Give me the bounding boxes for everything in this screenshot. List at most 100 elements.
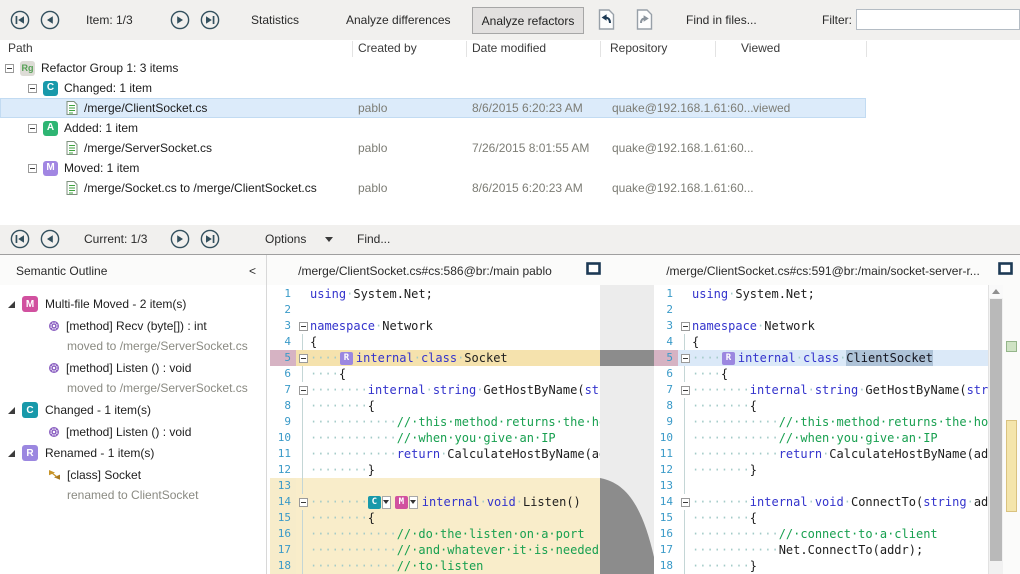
- table-row[interactable]: CChanged: 1 item: [0, 78, 1020, 98]
- statistics-button[interactable]: Statistics: [251, 13, 299, 27]
- code-text[interactable]: ········internal·string·GetHostByName(st…: [692, 382, 988, 398]
- scroll-up-icon[interactable]: [989, 285, 1003, 298]
- open-new-window-icon[interactable]: [998, 262, 1013, 275]
- outline-group-row[interactable]: MMulti-file Moved - 2 item(s): [0, 293, 266, 315]
- nav-prev-icon[interactable]: [40, 10, 60, 30]
- file-import-icon[interactable]: [634, 9, 655, 30]
- code-line[interactable]: 2: [654, 302, 988, 318]
- column-repository[interactable]: Repository: [610, 41, 667, 55]
- code-line[interactable]: 10············//·when·you·give·an·IP: [270, 430, 600, 446]
- code-line[interactable]: 2: [270, 302, 600, 318]
- change-marker-yellow[interactable]: [1006, 420, 1017, 512]
- code-line[interactable]: 3namespace·Network: [654, 318, 988, 334]
- code-line[interactable]: 10············//·when·you·give·an·IP: [654, 430, 988, 446]
- code-text[interactable]: ············//·do·the·listen·on·a·port: [310, 526, 600, 542]
- outline-item-row[interactable]: [method] Recv (byte[]) : int: [0, 315, 266, 336]
- open-new-window-icon[interactable]: [998, 262, 1013, 280]
- code-line[interactable]: 13: [654, 478, 988, 494]
- file-export-icon[interactable]: [596, 9, 617, 30]
- code-fold-icon[interactable]: [681, 322, 690, 331]
- tree-collapse-icon[interactable]: [28, 164, 37, 173]
- code-line[interactable]: 11············return·CalculateHostByName…: [654, 446, 988, 462]
- code-text[interactable]: ········{: [310, 510, 600, 526]
- code-text[interactable]: using·System.Net;: [310, 286, 600, 302]
- code-text[interactable]: ············//·this·method·returns·the·h…: [692, 414, 988, 430]
- open-new-window-icon[interactable]: [586, 262, 601, 280]
- outline-item-row[interactable]: [class] Socket: [0, 464, 266, 485]
- code-text[interactable]: ············//·connect·to·a·client: [692, 526, 988, 542]
- badge-c-dropdown[interactable]: C: [368, 496, 391, 509]
- code-line[interactable]: 7········internal·string·GetHostByName(s…: [270, 382, 600, 398]
- code-fold-icon[interactable]: [681, 354, 690, 363]
- code-line[interactable]: 4{: [654, 334, 988, 350]
- code-text[interactable]: ····Rinternal·class·Socket: [310, 350, 600, 366]
- code-text[interactable]: ········}: [310, 462, 600, 478]
- code-text[interactable]: ············//·and·whatever·it·is·needed: [310, 542, 600, 558]
- code-text[interactable]: ········internal·void·ConnectTo(string·a…: [692, 494, 988, 510]
- code-text[interactable]: ········CMinternal·void·Listen(): [310, 494, 600, 510]
- nav-prev-icon[interactable]: [40, 229, 60, 249]
- code-line[interactable]: 1using·System.Net;: [270, 286, 600, 302]
- code-text[interactable]: ········internal·string·GetHostByName(st…: [310, 382, 600, 398]
- column-created-by[interactable]: Created by: [358, 41, 417, 55]
- column-path[interactable]: Path: [8, 41, 33, 55]
- code-text[interactable]: ············return·CalculateHostByName(a…: [310, 446, 600, 462]
- nav-next-icon[interactable]: [170, 10, 190, 30]
- code-line[interactable]: 15········{: [270, 510, 600, 526]
- code-text[interactable]: ············//·when·you·give·an·IP: [692, 430, 988, 446]
- code-text[interactable]: [692, 302, 988, 318]
- code-line[interactable]: 15········{: [654, 510, 988, 526]
- code-text[interactable]: namespace·Network: [692, 318, 988, 334]
- code-line[interactable]: 5····Rinternal·class·Socket: [270, 350, 600, 366]
- code-text[interactable]: ····{: [310, 366, 600, 382]
- code-fold-icon[interactable]: [299, 354, 308, 363]
- collapse-outline-button[interactable]: <: [249, 264, 256, 278]
- table-row[interactable]: /merge/ServerSocket.cspablo7/26/2015 8:0…: [0, 138, 1020, 158]
- nav-prev-icon[interactable]: [40, 229, 60, 254]
- column-date-modified[interactable]: Date modified: [472, 41, 546, 55]
- code-line[interactable]: 3namespace·Network: [270, 318, 600, 334]
- badge-m2-dropdown[interactable]: M: [395, 496, 418, 509]
- nav-last-icon[interactable]: [200, 229, 220, 254]
- code-line[interactable]: 16············//·do·the·listen·on·a·port: [270, 526, 600, 542]
- analyze-differences-button[interactable]: Analyze differences: [346, 13, 451, 27]
- code-line[interactable]: 18············//·to·listen: [270, 558, 600, 574]
- code-line[interactable]: 5····Rinternal·class·ClientSocket: [654, 350, 988, 366]
- tree-collapse-icon[interactable]: [28, 84, 37, 93]
- code-text[interactable]: ········{: [692, 398, 988, 414]
- code-line[interactable]: 11············return·CalculateHostByName…: [270, 446, 600, 462]
- code-line[interactable]: 1using·System.Net;: [654, 286, 988, 302]
- vertical-scrollbar[interactable]: [988, 285, 1003, 574]
- table-row[interactable]: MMoved: 1 item: [0, 158, 1020, 178]
- code-fold-icon[interactable]: [681, 498, 690, 507]
- code-text[interactable]: ····Rinternal·class·ClientSocket: [692, 350, 988, 366]
- code-text[interactable]: [310, 302, 600, 318]
- code-text[interactable]: ············//·this·method·returns·the·h…: [310, 414, 600, 430]
- code-fold-icon[interactable]: [299, 386, 308, 395]
- file-export-icon[interactable]: [596, 9, 617, 35]
- code-line[interactable]: 14········CMinternal·void·Listen(): [270, 494, 600, 510]
- panel-divider[interactable]: [266, 255, 267, 574]
- code-line[interactable]: 14········internal·void·ConnectTo(string…: [654, 494, 988, 510]
- file-import-icon[interactable]: [634, 9, 655, 35]
- table-row[interactable]: AAdded: 1 item: [0, 118, 1020, 138]
- code-text[interactable]: ········}: [692, 462, 988, 478]
- code-line[interactable]: 6····{: [270, 366, 600, 382]
- code-fold-icon[interactable]: [299, 322, 308, 331]
- analyze-refactors-button[interactable]: Analyze refactors: [472, 7, 584, 34]
- outline-group-row[interactable]: RRenamed - 1 item(s): [0, 442, 266, 464]
- nav-first-icon[interactable]: [10, 229, 30, 254]
- outline-group-row[interactable]: CChanged - 1 item(s): [0, 399, 266, 421]
- code-line[interactable]: 17············//·and·whatever·it·is·need…: [270, 542, 600, 558]
- code-text[interactable]: {: [692, 334, 988, 350]
- options-button[interactable]: Options: [265, 232, 306, 246]
- column-viewed[interactable]: Viewed: [741, 41, 780, 55]
- nav-prev-icon[interactable]: [40, 10, 60, 35]
- code-text[interactable]: ············Net.ConnectTo(addr);: [692, 542, 988, 558]
- code-line[interactable]: 12········}: [654, 462, 988, 478]
- tree-collapse-icon[interactable]: [5, 64, 14, 73]
- chevron-down-icon[interactable]: [409, 496, 418, 509]
- code-fold-icon[interactable]: [681, 386, 690, 395]
- code-line[interactable]: 7········internal·string·GetHostByName(s…: [654, 382, 988, 398]
- code-text[interactable]: ········}: [692, 558, 988, 574]
